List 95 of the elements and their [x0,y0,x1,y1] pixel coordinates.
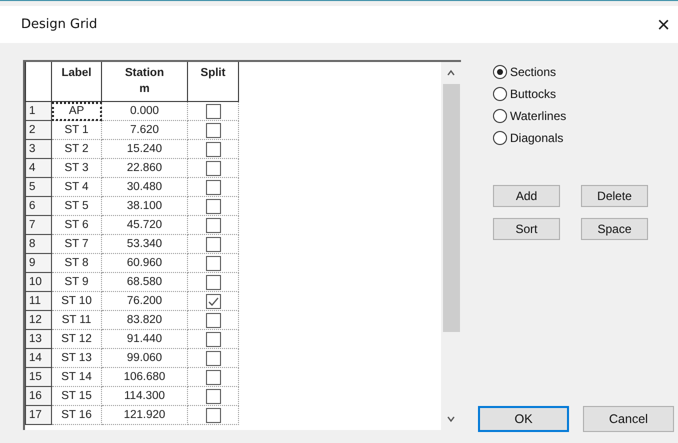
checkbox[interactable] [206,142,220,156]
table-cell[interactable]: ST 9 [52,272,102,292]
dialog-button[interactable]: OK [478,406,569,432]
radio-option[interactable]: Waterlines [493,106,678,125]
action-button[interactable]: Sort [493,218,560,240]
row-header[interactable]: 15 [26,368,52,386]
checkbox[interactable] [206,198,220,214]
radio-icon[interactable] [493,108,507,122]
table-cell[interactable]: ST 3 [52,158,102,178]
table-cell[interactable]: 99.060 [102,348,188,368]
table-cell[interactable]: 15.240 [102,140,188,158]
checkbox[interactable] [206,350,220,366]
table-cell[interactable]: 68.580 [102,272,188,292]
window-title: Design Grid [21,17,98,32]
radio-label: Diagonals [510,130,564,144]
table-cell[interactable]: 121.920 [102,406,188,424]
table-cell[interactable]: 22.860 [102,158,188,178]
checkbox[interactable] [206,256,220,270]
row-header[interactable]: 2 [26,120,52,140]
radio-label: Sections [510,64,556,78]
action-button[interactable]: Delete [581,185,648,207]
checkbox[interactable] [206,104,220,118]
table-cell[interactable]: 91.440 [102,330,188,348]
table-cell[interactable]: ST 11 [52,310,102,330]
action-button[interactable]: Space [581,218,648,240]
row-header[interactable]: 11 [26,292,52,310]
table-cell[interactable]: ST 7 [52,234,102,254]
table-cell[interactable]: 7.620 [102,120,188,140]
checkbox[interactable] [206,370,220,384]
table-cell[interactable]: AP [52,102,102,120]
row-header[interactable]: 10 [26,272,52,292]
row-header[interactable]: 3 [26,140,52,158]
checkbox[interactable] [206,312,220,328]
table-cell[interactable]: 38.100 [102,196,188,216]
checkbox[interactable] [206,180,220,194]
checkbox[interactable] [206,274,220,290]
scroll-down-icon[interactable] [446,414,456,424]
row-header[interactable]: 17 [26,406,52,424]
row-header[interactable]: 7 [26,216,52,234]
action-button[interactable]: Add [493,185,560,207]
checkbox[interactable] [206,408,220,422]
radio-label: Buttocks [510,86,556,100]
row-header[interactable]: 8 [26,234,52,254]
row-header[interactable]: 13 [26,330,52,348]
table-cell[interactable]: ST 10 [52,292,102,310]
row-header[interactable]: 6 [26,196,52,216]
row-header[interactable]: 16 [26,386,52,406]
table-cell[interactable]: ST 2 [52,140,102,158]
checkbox[interactable] [206,332,220,346]
row-header[interactable]: 9 [26,254,52,272]
table-cell[interactable]: ST 5 [52,196,102,216]
dialog-button[interactable]: Cancel [583,406,674,432]
column-header[interactable]: Split [188,62,238,102]
radio-icon[interactable] [493,86,507,100]
column-header[interactable]: Station m [102,62,188,102]
checkbox[interactable] [206,122,220,138]
row-header[interactable]: 4 [26,158,52,178]
table-cell[interactable]: 45.720 [102,216,188,234]
row-header[interactable]: 5 [26,178,52,196]
table-cell[interactable]: 0.000 [102,102,188,120]
row-header[interactable]: 14 [26,348,52,368]
radio-icon[interactable] [493,64,507,78]
table-cell[interactable]: 114.300 [102,386,188,406]
table-cell[interactable]: 83.820 [102,310,188,330]
checkbox[interactable] [206,388,220,404]
checkbox[interactable] [206,236,220,252]
table-cell[interactable]: ST 12 [52,330,102,348]
checkbox[interactable] [206,160,220,176]
scrollbar[interactable] [441,62,461,430]
table-cell[interactable]: ST 13 [52,348,102,368]
scrollbar-thumb[interactable] [442,84,460,332]
close-button[interactable]: × [657,14,670,36]
radio-option[interactable]: Diagonals [493,128,678,147]
table-cell[interactable]: 76.200 [102,292,188,310]
radio-label: Waterlines [510,108,566,122]
row-header[interactable]: 1 [26,102,52,120]
table-cell[interactable]: ST 6 [52,216,102,234]
table-cell[interactable]: ST 15 [52,386,102,406]
row-header[interactable]: 12 [26,310,52,330]
table-cell[interactable]: ST 1 [52,120,102,140]
table-cell[interactable]: 30.480 [102,178,188,196]
checkbox[interactable] [206,218,220,232]
radio-icon[interactable] [493,130,507,144]
table-cell[interactable]: 60.960 [102,254,188,272]
checkbox[interactable] [206,294,220,308]
table-cell[interactable]: ST 16 [52,406,102,424]
column-header[interactable]: Label [52,62,102,102]
table-cell[interactable]: ST 14 [52,368,102,386]
scroll-up-icon[interactable] [446,68,456,78]
table-cell[interactable]: ST 8 [52,254,102,272]
table-cell[interactable]: 106.680 [102,368,188,386]
radio-option[interactable]: Sections [493,62,678,81]
radio-option[interactable]: Buttocks [493,84,678,103]
table-cell[interactable]: 53.340 [102,234,188,254]
table-cell[interactable]: ST 4 [52,178,102,196]
